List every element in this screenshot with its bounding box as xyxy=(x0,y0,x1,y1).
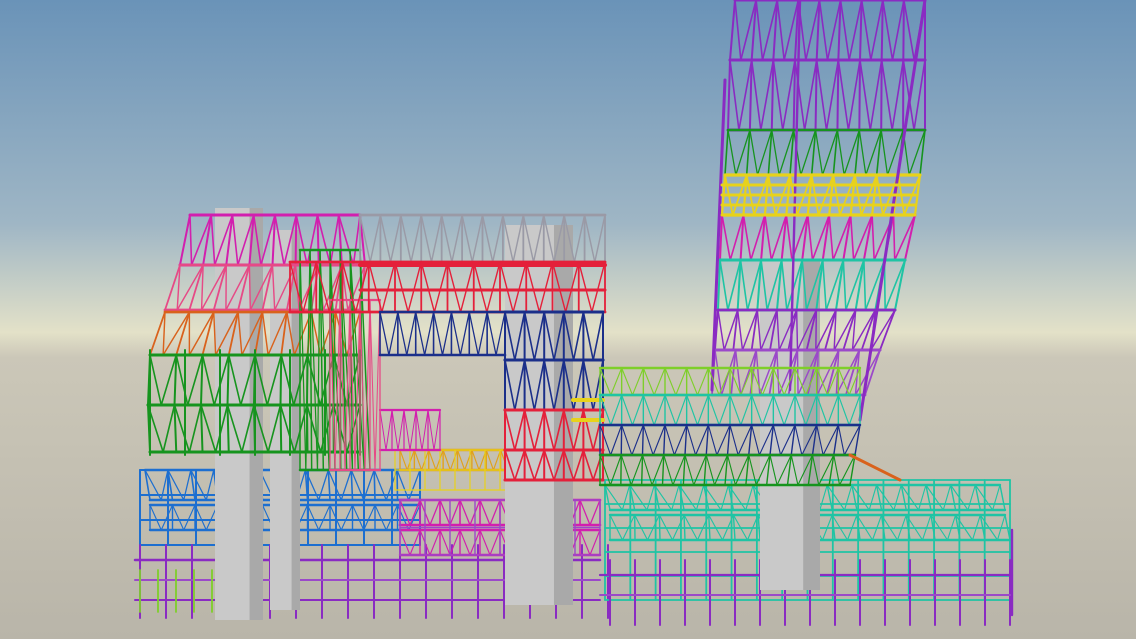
steel-member xyxy=(902,0,905,61)
steel-member xyxy=(226,404,230,453)
steel-member xyxy=(658,514,661,541)
steel-member xyxy=(373,469,376,501)
steel-member xyxy=(792,59,796,131)
steel-member xyxy=(226,354,230,406)
steel-member xyxy=(294,214,298,266)
concrete-core-shade xyxy=(291,230,300,610)
3d-model-viewport[interactable] xyxy=(0,0,1136,639)
steel-member xyxy=(814,59,818,131)
steel-member xyxy=(248,264,252,311)
steel-structure-scene[interactable] xyxy=(0,0,1136,639)
steel-member xyxy=(858,59,861,131)
steel-member xyxy=(279,354,283,406)
steel-member xyxy=(641,424,645,456)
steel-member xyxy=(279,404,283,453)
steel-member xyxy=(815,309,818,351)
steel-member xyxy=(795,309,799,351)
steel-member xyxy=(880,0,884,61)
steel-member xyxy=(683,514,686,541)
steel-member xyxy=(796,349,799,396)
steel-member xyxy=(316,214,320,266)
steel-member xyxy=(640,454,644,486)
steel-member xyxy=(836,59,840,131)
